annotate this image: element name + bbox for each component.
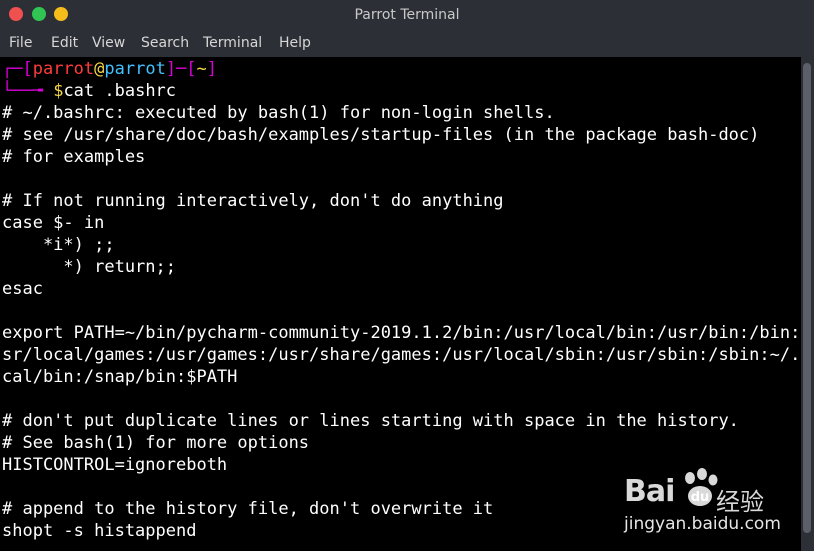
watermark-brand-cn: 经验 xyxy=(716,488,764,516)
output-line: # for examples xyxy=(2,147,146,167)
window-title: Parrot Terminal xyxy=(354,7,460,23)
output-line: esac xyxy=(2,279,43,299)
svg-text:du: du xyxy=(691,490,710,505)
scrollbar-thumb[interactable] xyxy=(803,63,811,533)
output-line: *) return;; xyxy=(2,257,176,277)
prompt-close: ] xyxy=(206,59,218,79)
prompt-line-1: ┌─[parrot@parrot]─[~] xyxy=(2,58,217,80)
prompt-corner-bottom: └──╼ xyxy=(2,81,54,101)
menu-file[interactable]: File xyxy=(9,35,32,51)
baidu-watermark: Bai du 经验 jingyan.baidu.com xyxy=(620,464,810,544)
output-line: HISTCONTROL=ignoreboth xyxy=(2,455,228,475)
output-line: # append to the history file, don't over… xyxy=(2,499,494,519)
menu-terminal[interactable]: Terminal xyxy=(203,35,262,51)
output-line: cal/bin:/snap/bin:$PATH xyxy=(2,367,238,387)
prompt-corner-top: ┌─[ xyxy=(2,59,33,79)
menu-view[interactable]: View xyxy=(92,35,125,51)
watermark-url: jingyan.baidu.com xyxy=(624,514,781,534)
menu-edit[interactable]: Edit xyxy=(51,35,78,51)
prompt-dollar: $ xyxy=(53,81,64,101)
menu-search[interactable]: Search xyxy=(141,35,189,51)
output-line: # ~/.bashrc: executed by bash(1) for non… xyxy=(2,103,555,123)
output-line: # don't put duplicate lines or lines sta… xyxy=(2,411,739,431)
prompt-dir: ~ xyxy=(196,59,207,79)
output-line: export PATH=~/bin/pycharm-community-2019… xyxy=(2,323,814,343)
menu-bar: File Edit View Search Terminal Help xyxy=(0,31,814,57)
prompt-separator: ]─[ xyxy=(165,59,197,79)
output-line: # see /usr/share/doc/bash/examples/start… xyxy=(2,125,760,145)
menu-help[interactable]: Help xyxy=(279,35,311,51)
prompt-line-2: └──╼ $cat .bashrc xyxy=(2,80,176,102)
prompt-host: parrot xyxy=(104,59,166,79)
watermark-brand: Bai xyxy=(624,474,675,509)
prompt-user: parrot xyxy=(32,59,95,79)
output-line: # If not running interactively, don't do… xyxy=(2,191,504,211)
output-line: case $- in xyxy=(2,213,105,233)
output-line: # See bash(1) for more options xyxy=(2,433,310,453)
output-line: *i*) ;; xyxy=(2,235,115,255)
title-bar: Parrot Terminal xyxy=(0,0,814,31)
prompt-command: cat .bashrc xyxy=(63,81,177,101)
prompt-at: @ xyxy=(94,59,105,79)
output-line: sr/local/games:/usr/games:/usr/share/gam… xyxy=(2,345,814,365)
output-line: shopt -s histappend xyxy=(2,521,197,541)
